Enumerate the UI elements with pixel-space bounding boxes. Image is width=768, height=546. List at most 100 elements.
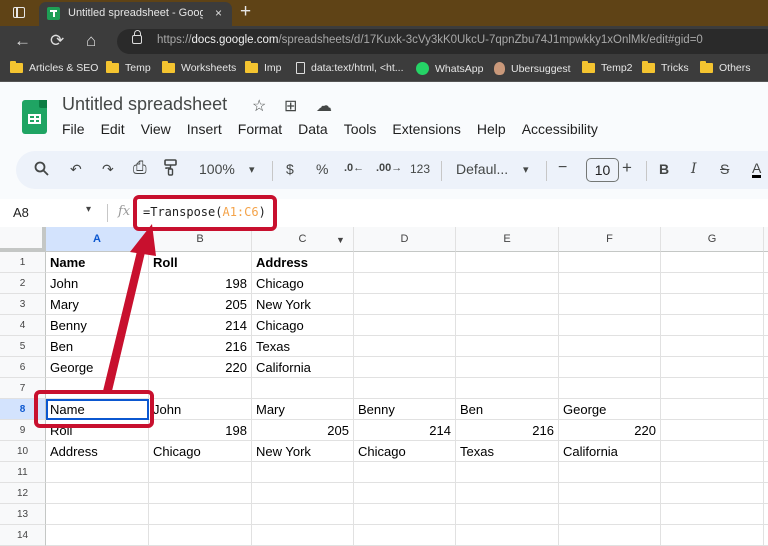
cell-d12[interactable] [354,483,456,504]
menu-data[interactable]: Data [298,121,328,137]
menu-extensions[interactable]: Extensions [392,121,460,137]
cell-g7[interactable] [661,378,764,399]
cell-c7[interactable] [252,378,354,399]
number-format-button[interactable]: 123 [410,162,430,176]
back-button[interactable]: ← [14,31,31,51]
cell-e9[interactable]: 216 [456,420,559,441]
cell-c9[interactable]: 205 [252,420,354,441]
cell-f5[interactable] [559,336,661,357]
cell-h4[interactable] [764,315,768,336]
sheets-logo-icon[interactable] [22,100,47,134]
cell-b13[interactable] [149,504,252,525]
menu-file[interactable]: File [62,121,85,137]
cell-d14[interactable] [354,525,456,546]
cell-h5[interactable] [764,336,768,357]
cell-d7[interactable] [354,378,456,399]
column-menu-icon[interactable]: ▼ [336,235,345,245]
cell-h11[interactable] [764,462,768,483]
row-header-10[interactable]: 10 [0,441,46,462]
column-header-a[interactable]: A [46,227,149,252]
cell-c3[interactable]: New York [252,294,354,315]
font-select[interactable]: Defaul... [456,161,508,177]
cell-h1[interactable] [764,252,768,273]
cell-e4[interactable] [456,315,559,336]
cell-a4[interactable]: Benny [46,315,149,336]
cell-e5[interactable] [456,336,559,357]
cell-b6[interactable]: 220 [149,357,252,378]
move-to-folder-icon[interactable]: ⊞ [284,96,297,116]
menu-insert[interactable]: Insert [187,121,222,137]
cell-h3[interactable] [764,294,768,315]
menu-help[interactable]: Help [477,121,506,137]
cell-d13[interactable] [354,504,456,525]
cell-b1[interactable]: Roll [149,252,252,273]
cell-a3[interactable]: Mary [46,294,149,315]
font-size-input[interactable]: 10 [586,158,619,182]
cell-g6[interactable] [661,357,764,378]
cell-b9[interactable]: 198 [149,420,252,441]
cell-g10[interactable] [661,441,764,462]
cell-h13[interactable] [764,504,768,525]
cell-h7[interactable] [764,378,768,399]
cell-h14[interactable] [764,525,768,546]
cell-f12[interactable] [559,483,661,504]
cell-d11[interactable] [354,462,456,483]
print-icon[interactable]: ⎙ [133,158,147,178]
cell-a6[interactable]: George [46,357,149,378]
cell-g1[interactable] [661,252,764,273]
cell-h2[interactable] [764,273,768,294]
increase-font-size-button[interactable]: + [622,158,632,178]
tab-close-icon[interactable]: × [215,6,222,20]
cell-d4[interactable] [354,315,456,336]
column-header-d[interactable]: D [354,227,456,252]
spreadsheet-grid[interactable]: A B C D E F G ▼ 1 Name Roll Address 2 John 198 Chicago 3… [0,227,768,546]
cell-d3[interactable] [354,294,456,315]
cell-c6[interactable]: California [252,357,354,378]
document-title[interactable]: Untitled spreadsheet [62,94,227,115]
row-header-1[interactable]: 1 [0,252,46,273]
name-box[interactable]: A8 [13,205,29,220]
cell-f8[interactable]: George [559,399,661,420]
strikethrough-button[interactable]: S [720,161,729,177]
cell-e11[interactable] [456,462,559,483]
bookmark-ubersuggest[interactable]: Ubersuggest [494,62,571,75]
row-header-6[interactable]: 6 [0,357,46,378]
decrease-decimal-button[interactable]: .0← [344,162,364,174]
cell-g3[interactable] [661,294,764,315]
menu-edit[interactable]: Edit [101,121,125,137]
row-header-12[interactable]: 12 [0,483,46,504]
cell-d5[interactable] [354,336,456,357]
menu-format[interactable]: Format [238,121,282,137]
cell-c1[interactable]: Address [252,252,354,273]
cell-b5[interactable]: 216 [149,336,252,357]
url-field[interactable]: https://docs.google.com/spreadsheets/d/1… [117,29,768,54]
cell-f6[interactable] [559,357,661,378]
select-all-corner[interactable] [0,227,46,252]
cell-a10[interactable]: Address [46,441,149,462]
cell-a13[interactable] [46,504,149,525]
name-box-dropdown-icon[interactable]: ▾ [86,204,91,215]
undo-icon[interactable]: ↶ [70,161,82,178]
cell-h12[interactable] [764,483,768,504]
cell-h9[interactable] [764,420,768,441]
new-tab-button[interactable]: + [240,1,251,23]
cell-e2[interactable] [456,273,559,294]
zoom-select[interactable]: 100% [199,161,235,177]
cell-f9[interactable]: 220 [559,420,661,441]
browser-tab[interactable]: Untitled spreadsheet - Google Sh × [39,2,232,26]
cell-b3[interactable]: 205 [149,294,252,315]
row-header-4[interactable]: 4 [0,315,46,336]
cell-e10[interactable]: Texas [456,441,559,462]
cell-g11[interactable] [661,462,764,483]
cell-b4[interactable]: 214 [149,315,252,336]
cell-b12[interactable] [149,483,252,504]
row-header-3[interactable]: 3 [0,294,46,315]
bookmark-imp[interactable]: Imp [245,61,282,74]
star-icon[interactable]: ☆ [252,96,266,116]
cell-a5[interactable]: Ben [46,336,149,357]
cell-c11[interactable] [252,462,354,483]
cell-h10[interactable] [764,441,768,462]
cell-d10[interactable]: Chicago [354,441,456,462]
decrease-font-size-button[interactable]: − [558,159,567,177]
column-header-e[interactable]: E [456,227,559,252]
